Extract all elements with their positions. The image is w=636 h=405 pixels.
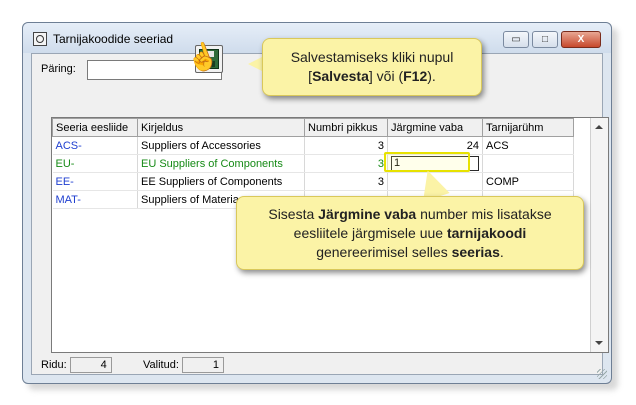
callout-next-free-hint: Sisesta Järgmine vaba number mis lisatak… <box>236 196 584 270</box>
cell-description[interactable]: EE Suppliers of Components <box>137 172 305 191</box>
rows-value: 4 <box>69 357 112 373</box>
cell-group[interactable]: COMP <box>482 172 574 191</box>
selected-label: Valitud: <box>143 358 179 371</box>
vertical-scrollbar[interactable] <box>590 118 608 352</box>
maximize-button[interactable]: □ <box>532 31 558 48</box>
cell-description[interactable]: EU Suppliers of Components <box>137 154 305 173</box>
minimize-button[interactable]: ▭ <box>503 31 529 48</box>
cell-prefix[interactable]: EE- <box>52 172 138 191</box>
rows-count: Ridu: 4 <box>41 357 112 373</box>
next-free-highlight <box>384 152 470 172</box>
column-header[interactable]: Tarnijarühm <box>482 118 574 137</box>
resize-grip-icon[interactable] <box>597 369 607 379</box>
close-icon: X <box>577 34 585 45</box>
cell-prefix[interactable]: EU- <box>52 154 138 173</box>
callout-next-line3: genereerimisel selles seerias. <box>316 244 504 260</box>
app-icon <box>33 32 47 46</box>
cell-group[interactable] <box>482 154 574 173</box>
close-button[interactable]: X <box>561 31 601 48</box>
window-title: Tarnijakoodide seeriad <box>53 32 174 46</box>
cell-length[interactable]: 3 <box>304 172 388 191</box>
callout-save-hint: Salvestamiseks kliki nupul [Salvesta] võ… <box>262 38 482 96</box>
selected-count: Valitud: 1 <box>143 357 224 373</box>
table-row[interactable]: EE- EE Suppliers of Components 3 COMP <box>52 172 574 191</box>
minimize-icon: ▭ <box>511 34 521 45</box>
cell-length[interactable]: 3 <box>304 136 388 155</box>
scroll-down-icon[interactable] <box>595 341 603 345</box>
selected-value: 1 <box>181 357 224 373</box>
table-row[interactable]: ACS- Suppliers of Accessories 3 24 ACS <box>52 136 574 155</box>
column-header[interactable]: Seeria eesliide <box>52 118 138 137</box>
cell-length[interactable]: 3 <box>304 154 388 173</box>
rows-label: Ridu: <box>41 358 67 371</box>
cell-group[interactable]: ACS <box>482 136 574 155</box>
cell-description[interactable]: Suppliers of Accessories <box>137 136 305 155</box>
callout-save-line1: Salvestamiseks kliki nupul <box>290 49 454 65</box>
cell-prefix[interactable]: MAT- <box>52 190 138 209</box>
callout-next-line2: eesliitele järgmisele uue tarnijakoodi <box>293 225 527 241</box>
cell-prefix[interactable]: ACS- <box>52 136 138 155</box>
column-header[interactable]: Järgmine vaba <box>387 118 483 137</box>
scroll-up-icon[interactable] <box>595 125 603 129</box>
callout-next-line1: Sisesta Järgmine vaba number mis lisatak… <box>268 206 552 222</box>
table-row-active[interactable]: EU- EU Suppliers of Components 3 1 <box>52 154 574 173</box>
column-header[interactable]: Numbri pikkus <box>304 118 388 137</box>
callout-save-line2: [Salvesta] või (F12). <box>308 68 436 84</box>
maximize-icon: □ <box>541 34 549 45</box>
column-header[interactable]: Kirjeldus <box>137 118 305 137</box>
query-label: Päring: <box>41 63 76 75</box>
